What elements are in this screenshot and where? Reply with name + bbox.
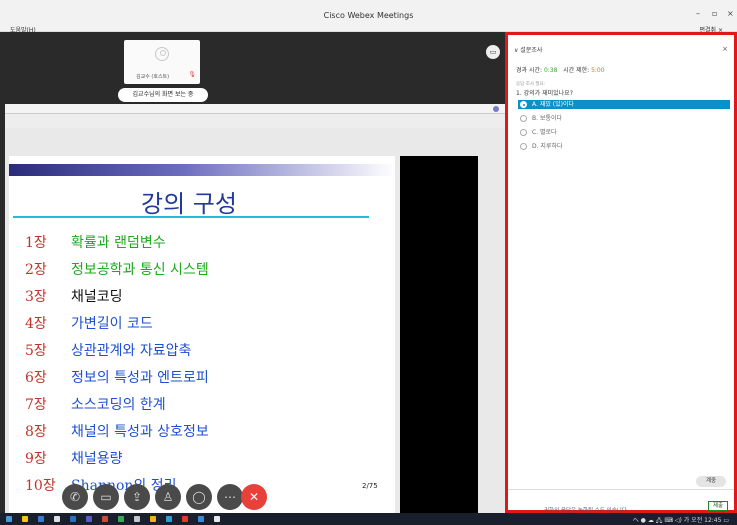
end-meeting-button[interactable]: ✕	[241, 484, 267, 510]
option-d[interactable]: D. 지루하다	[518, 142, 730, 151]
radio-icon[interactable]	[520, 143, 527, 150]
app-icon[interactable]	[54, 516, 60, 522]
maximize-button[interactable]: ▫	[712, 9, 717, 18]
survey-close-button[interactable]: 계중	[696, 476, 726, 487]
slide-title-underline	[13, 216, 369, 218]
minimize-button[interactable]: –	[696, 9, 700, 18]
chapter-item: 7장 소스코딩의 한계	[25, 397, 166, 413]
excel-icon[interactable]	[118, 516, 124, 522]
chat-icon[interactable]: ◯	[186, 484, 212, 510]
radio-icon[interactable]	[520, 115, 527, 122]
option-b[interactable]: B. 보통이다	[518, 114, 730, 123]
close-icon[interactable]: ×	[722, 45, 728, 53]
radio-icon[interactable]	[520, 129, 527, 136]
participant-name: 김교수 (호스트)	[136, 74, 170, 80]
submit-button[interactable]: 제출	[708, 501, 728, 511]
option-a[interactable]: A. 재밌 (있)이다	[518, 100, 730, 109]
webex-icon[interactable]	[198, 516, 204, 522]
meeting-stage: 김교수 (호스트) 🎙 ▭ 김교수님의 화면 보는 중 강의 구성 1장 확률과 …	[0, 32, 505, 525]
limit-label: 시간 제한:	[563, 67, 590, 74]
start-icon[interactable]	[6, 516, 12, 522]
window-title: Cisco Webex Meetings	[323, 11, 414, 20]
app-icon[interactable]	[166, 516, 172, 522]
app-icon[interactable]	[86, 516, 92, 522]
explorer-icon[interactable]	[22, 516, 28, 522]
presentation-slide: 강의 구성 1장 확률과 랜덤변수 2장 정보공학과 통신 시스템 3장 채널코딩 4…	[9, 156, 395, 525]
radio-selected-icon[interactable]	[520, 101, 527, 108]
more-options-icon[interactable]: ⋯	[217, 484, 243, 510]
question-text: 1. 강의가 재미있나요?	[516, 90, 573, 97]
chapter-item: 9장 채널용량	[25, 451, 123, 467]
option-c[interactable]: C. 별로다	[518, 128, 730, 137]
app-icon[interactable]	[182, 516, 188, 522]
app-icon[interactable]	[214, 516, 220, 522]
video-icon[interactable]: ▭	[93, 484, 119, 510]
taskbar: へ ● ☁ 🖧 ⌨ ◁) 가 오전 12:45 ▭	[0, 513, 737, 525]
panel-divider	[508, 489, 734, 490]
chapter-item: 8장 채널의 특성과 상호정보	[25, 424, 209, 440]
chapter-item: 2장 정보공학과 통신 시스템	[25, 262, 209, 278]
layout-toggle-icon[interactable]: ▭	[486, 45, 500, 59]
viewing-status: 김교수님의 화면 보는 중	[118, 88, 208, 102]
share-icon[interactable]: ⇪	[124, 484, 150, 510]
share-ruler	[5, 114, 505, 128]
participants-icon[interactable]: ♙	[155, 484, 181, 510]
elapsed-time: 0:38	[543, 67, 558, 74]
app-icon[interactable]	[134, 516, 140, 522]
survey-panel: ∨ 설문조사 × 경과 시간: 0:38 시간 제한: 5:00 응답 조사 필…	[505, 32, 737, 514]
avatar-icon	[155, 47, 169, 61]
chapter-item: 3장 채널코딩	[25, 289, 123, 305]
slide-title: 강의 구성	[141, 190, 237, 218]
edge-icon[interactable]	[38, 516, 44, 522]
survey-time-row: 경과 시간: 0:38 시간 제한: 5:00	[516, 65, 605, 74]
chapter-item: 1장 확률과 랜덤변수	[25, 235, 166, 251]
survey-header[interactable]: ∨ 설문조사	[514, 45, 542, 54]
powerpoint-icon[interactable]	[102, 516, 108, 522]
system-tray[interactable]: へ ● ☁ 🖧 ⌨ ◁) 가 오전 12:45 ▭	[633, 515, 729, 525]
question-note: 응답 조사 필요:	[516, 82, 546, 87]
share-toolbar	[5, 104, 505, 114]
chapter-item: 4장 가변길이 코드	[25, 316, 153, 332]
app-icon[interactable]	[150, 516, 156, 522]
audio-phone-icon[interactable]: ✆	[62, 484, 88, 510]
slide-page-number: 2/75	[362, 482, 378, 490]
word-icon[interactable]	[70, 516, 76, 522]
muted-mic-icon: 🎙	[188, 71, 196, 78]
chapter-item: 6장 정보의 특성과 엔트로피	[25, 370, 209, 386]
shared-screen: 강의 구성 1장 확률과 랜덤변수 2장 정보공학과 통신 시스템 3장 채널코딩 4…	[5, 104, 505, 525]
chapter-item: 5장 상관관계와 자료압축	[25, 343, 192, 359]
participant-video-tile[interactable]: 김교수 (호스트) 🎙	[124, 40, 200, 84]
webex-window: Cisco Webex Meetings 도움말(H) 편결취 × – ▫ × …	[0, 0, 737, 525]
slide-header-bar	[9, 164, 395, 176]
slide-side-panel	[400, 156, 478, 525]
close-button[interactable]: ×	[727, 9, 734, 18]
time-limit: 5:00	[591, 67, 605, 74]
title-bar: Cisco Webex Meetings 도움말(H) 편결취 × – ▫ ×	[0, 0, 737, 34]
elapsed-label: 경과 시간:	[516, 67, 543, 74]
scroll-indicator-icon	[493, 106, 499, 112]
